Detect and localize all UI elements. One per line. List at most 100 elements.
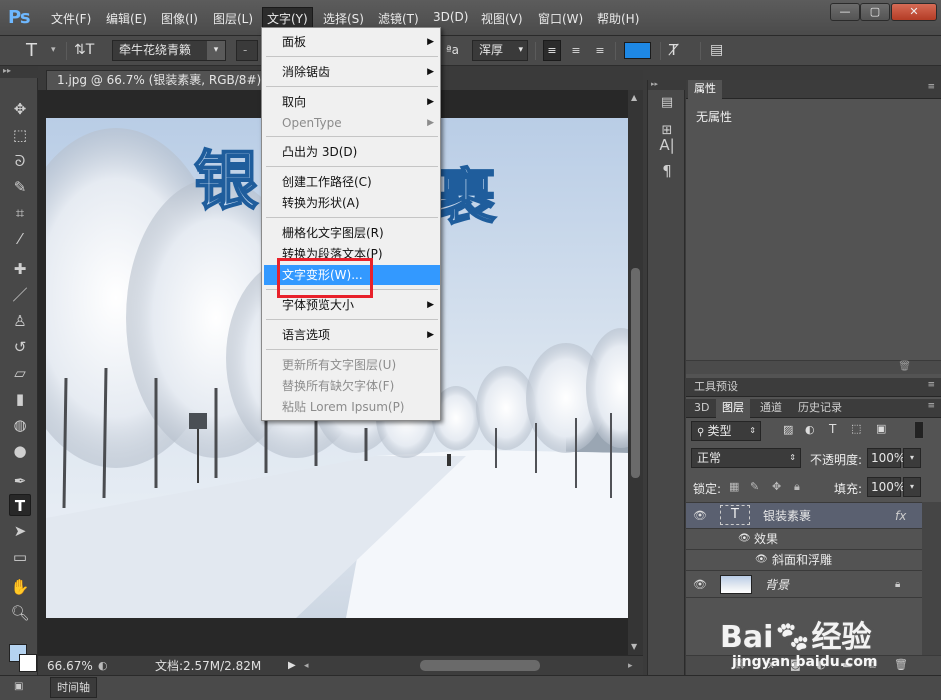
menu-item-replace-missing-fonts[interactable]: 替换所有缺欠字体(F) [264,376,440,396]
filter-type-icon[interactable]: T [829,422,836,436]
tab-3d[interactable]: 3D [688,399,715,418]
eyedropper-tool-icon[interactable]: ⁄ [9,228,31,250]
history-brush-tool-icon[interactable]: ↺ [9,336,31,358]
fill-input[interactable]: 100% [867,477,905,497]
menu-item-create-work-path[interactable]: 创建工作路径(C) [264,172,440,192]
tab-properties[interactable]: 属性 [688,80,722,99]
scroll-up-icon[interactable]: ▲ [631,93,637,102]
timeline-tab[interactable]: 时间轴 [50,677,97,698]
dock-collapse-icon[interactable]: ▸▸ [648,80,686,90]
panel-menu-icon[interactable]: ≡ [927,380,935,390]
vertical-scrollbar[interactable]: ▲ ▼ [628,90,643,655]
menu-item-rasterize[interactable]: 栅格化文字图层(R) [264,223,440,243]
menu-item-opentype[interactable]: OpenType ▶ [264,113,440,133]
trash-icon[interactable]: 🗑︎ [898,361,911,372]
lock-position-icon[interactable]: ✥ [772,480,781,493]
gradient-tool-icon[interactable]: ▮ [9,388,31,410]
document-tab[interactable]: 1.jpg @ 66.7% (银装素裹, RGB/8#) * [46,70,282,90]
background-color-swatch[interactable] [19,654,37,672]
brush-tool-icon[interactable]: ／ [9,284,31,306]
effects-eye-icon[interactable]: 👁︎ [738,530,751,548]
lock-all-icon[interactable]: 🔒︎ [794,480,800,494]
antialias-select[interactable]: 浑厚 ▾ [472,40,528,61]
menu-item-convert-to-shape[interactable]: 转换为形状(A) [264,193,440,213]
tab-history[interactable]: 历史记录 [792,399,848,418]
menu-item-antialias[interactable]: 消除锯齿 ▶ [264,62,440,82]
layers-scrollbar[interactable] [922,502,941,675]
blend-mode-select[interactable]: 正常 ⇕ [691,448,801,468]
hand-tool-icon[interactable]: ✋ [9,576,31,598]
menu-filter[interactable]: 滤镜(T) [378,10,419,27]
tool-preset-dropdown-icon[interactable]: ▾ [51,40,56,61]
menu-item-panels[interactable]: 面板 ▶ [264,32,440,52]
layer-effects-row[interactable]: 👁︎ 效果 [686,530,922,550]
menu-help[interactable]: 帮助(H) [597,10,639,27]
blur-tool-icon[interactable]: ◍ [9,414,31,436]
clone-stamp-tool-icon[interactable]: ♙ [9,310,31,332]
menu-item-orientation[interactable]: 取向 ▶ [264,92,440,112]
eraser-tool-icon[interactable]: ▱ [9,362,31,384]
layer-row-background[interactable]: 👁︎ 背景 🔒︎ [686,572,922,598]
menu-item-paste-lorem-ipsum[interactable]: 粘贴 Lorem Ipsum(P) [264,397,440,417]
crop-tool-icon[interactable]: ⌗ [9,202,31,224]
panel-menu-icon[interactable]: ≡ [927,82,935,92]
menu-file[interactable]: 文件(F) [51,10,91,27]
status-info-icon[interactable]: ◐ [98,657,108,675]
shape-tool-icon[interactable]: ▭ [9,546,31,568]
menu-item-language-options[interactable]: 语言选项 ▶ [264,325,440,345]
filter-adjustment-icon[interactable]: ◐ [805,423,815,436]
align-left-icon[interactable]: ≡ [543,40,561,61]
scroll-left-icon[interactable]: ◂ [304,657,309,675]
type-tool-icon[interactable]: T [9,494,31,516]
zoom-level[interactable]: 66.67% [47,657,93,675]
text-orientation-icon[interactable]: ⇅T [74,40,94,61]
menu-window[interactable]: 窗口(W) [538,10,583,27]
tab-tool-presets[interactable]: 工具预设 [688,378,744,397]
tab-layers[interactable]: 图层 [716,399,750,418]
lock-transparent-icon[interactable]: ▦ [729,480,739,493]
marquee-tool-icon[interactable]: ⬚ [9,124,31,146]
path-selection-tool-icon[interactable]: ➤ [9,520,31,542]
panel-menu-icon[interactable]: ≡ [927,401,935,411]
character-panel-icon[interactable]: A| [656,134,678,156]
scrollbar-thumb[interactable] [631,268,640,478]
menu-3d[interactable]: 3D(D) [433,10,468,24]
font-family-select[interactable]: 牵牛花绕青籁 ▾ [112,40,226,61]
filter-pixel-icon[interactable]: ▨ [783,423,793,436]
menu-view[interactable]: 视图(V) [481,10,523,27]
align-right-icon[interactable]: ≡ [591,40,609,61]
menu-layer[interactable]: 图层(L) [213,10,253,27]
move-tool-icon[interactable]: ✥ [9,98,31,120]
minimize-button[interactable]: — [830,3,860,21]
lock-pixels-icon[interactable]: ✎ [750,480,759,493]
status-menu-arrow-icon[interactable]: ▶ [288,657,296,675]
filter-shape-icon[interactable]: ⬚ [851,422,861,435]
layer-row-text[interactable]: 👁︎ T 银装素裹 fx [686,503,922,529]
menu-edit[interactable]: 编辑(E) [106,10,147,27]
menu-select[interactable]: 选择(S) [323,10,364,27]
menu-item-update-all-text[interactable]: 更新所有文字图层(U) [264,355,440,375]
lasso-tool-icon[interactable]: ᘐ [9,150,31,172]
menu-item-extrude-3d[interactable]: 凸出为 3D(D) [264,142,440,162]
chevron-down-icon[interactable]: ▾ [903,477,921,497]
pen-tool-icon[interactable]: ✒ [9,470,31,492]
layer-filter-select[interactable]: ⚲ 类型 ⇕ [691,421,761,441]
menu-item-font-preview-size[interactable]: 字体预览大小 ▶ [264,295,440,315]
timeline-icon[interactable]: ▣ [14,681,23,692]
type-tool-icon[interactable]: T [26,40,37,61]
history-panel-icon[interactable]: ▤ [656,92,678,114]
warp-text-icon[interactable]: Ⱦ [669,40,678,61]
visibility-eye-icon[interactable]: 👁︎ [693,505,709,527]
opacity-input[interactable]: 100% [867,448,905,468]
fx-icon[interactable]: fx [895,505,906,527]
zoom-tool-icon[interactable]: 🔍︎ [9,602,31,624]
dodge-tool-icon[interactable]: ● [9,440,31,462]
layer-name[interactable]: 背景 [765,574,789,596]
visibility-eye-icon[interactable]: 👁︎ [693,574,709,596]
chevron-down-icon[interactable]: ▾ [903,448,921,468]
panel-collapse-icon[interactable]: ▸▸ [0,66,38,78]
close-button[interactable]: ✕ [891,3,937,21]
text-color-swatch[interactable] [624,42,651,59]
tab-channels[interactable]: 通道 [754,399,788,418]
effect-eye-icon[interactable]: 👁︎ [755,551,768,569]
